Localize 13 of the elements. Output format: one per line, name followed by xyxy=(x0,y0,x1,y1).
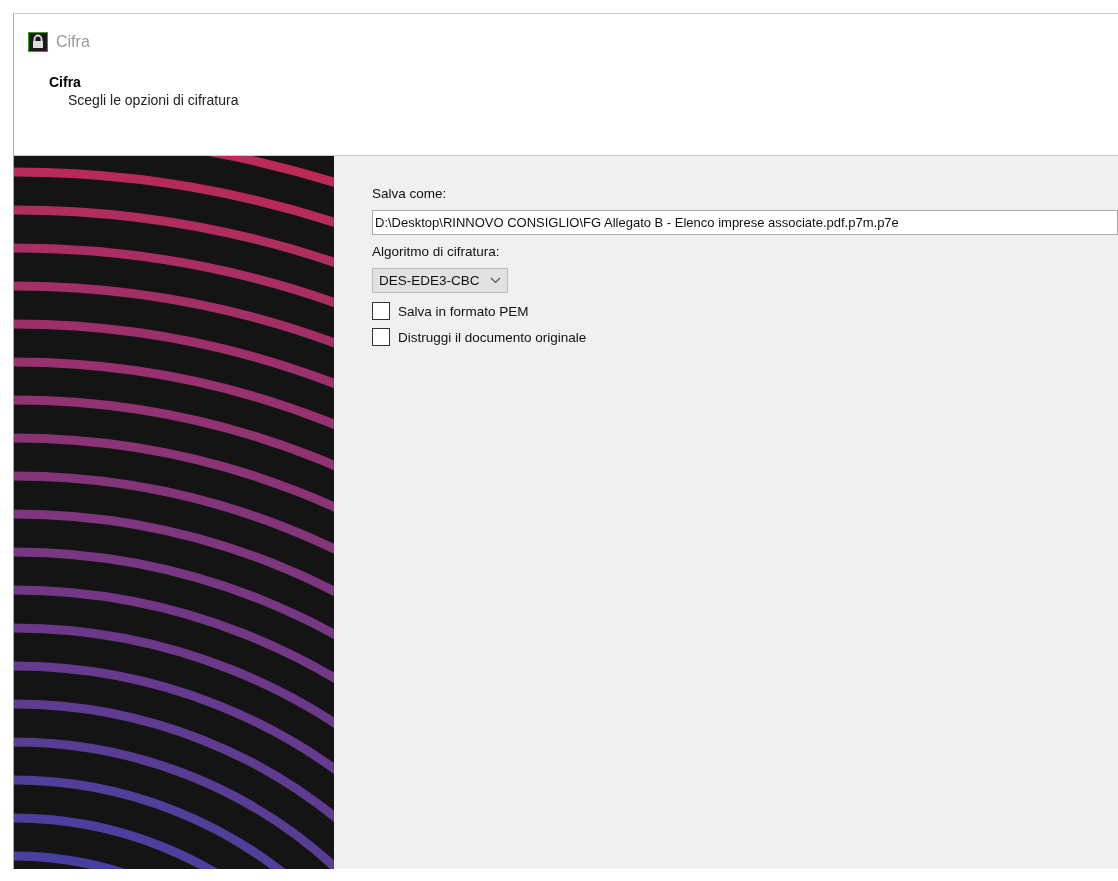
page-subtitle: Scegli le opzioni di cifratura xyxy=(67,92,240,108)
checkbox[interactable] xyxy=(372,328,390,346)
caret-icon xyxy=(489,277,501,284)
lock-icon xyxy=(28,32,48,52)
checkbox-label: Salva in formato PEM xyxy=(398,303,529,319)
algorithm-label: Algoritmo di cifratura: xyxy=(372,244,500,259)
window-title: Cifra xyxy=(56,33,90,51)
save-as-field[interactable]: D:\Desktop\RINNOVO CONSIGLIO\FG Allegato B - Elenco imprese associate.pdf.p7m.p7e xyxy=(372,210,1118,235)
save-as-label: Salva come: xyxy=(372,186,447,201)
checkbox-label: Distruggi il documento originale xyxy=(398,329,587,345)
page-title: Cifra xyxy=(49,74,82,90)
checkbox[interactable] xyxy=(372,302,390,320)
algorithm-dropdown[interactable]: DES-EDE3-CBC xyxy=(372,268,508,293)
